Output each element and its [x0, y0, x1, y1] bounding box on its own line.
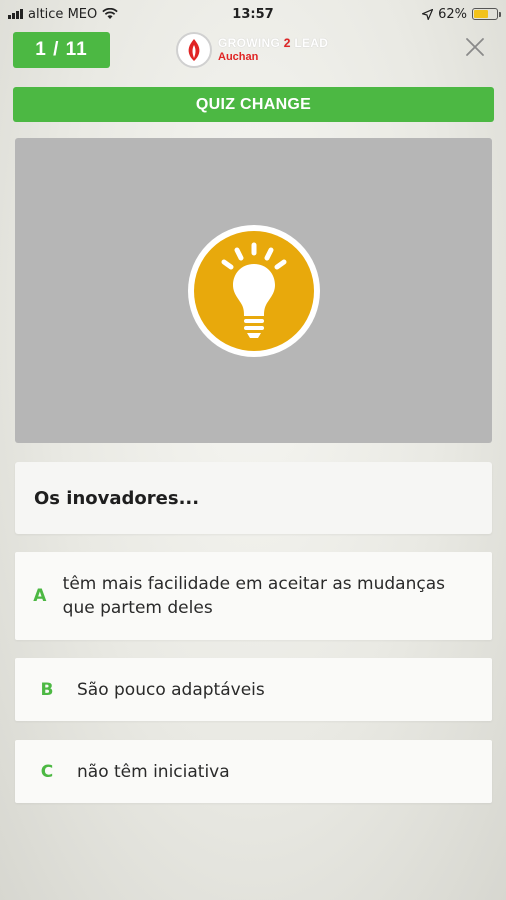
question-text: Os inovadores... [34, 487, 200, 509]
status-left: altice MEO [8, 7, 118, 22]
logo-subtitle: Auchan [218, 51, 259, 63]
close-icon [466, 38, 484, 56]
status-right: 62% [422, 6, 501, 22]
battery-percent: 62% [438, 6, 467, 22]
carrier-label: altice MEO [28, 6, 98, 22]
answer-text: não têm iniciativa [77, 761, 230, 782]
status-bar: altice MEO 13:57 62% [0, 0, 506, 28]
location-arrow-icon [422, 8, 434, 20]
answer-text: São pouco adaptáveis [77, 679, 265, 700]
clock: 13:57 [232, 6, 274, 22]
battery-fill [474, 10, 488, 18]
signal-icon [8, 9, 23, 19]
quiz-header: 1 / 11 GROWING 2 LEAD Auchan [0, 28, 506, 74]
answer-option-a[interactable]: A têm mais facilidade em aceitar as muda… [15, 552, 492, 640]
question-progress-badge: 1 / 11 [13, 32, 110, 68]
battery-icon [472, 8, 501, 20]
logo-title-suffix: LEAD [290, 36, 329, 50]
question-image [15, 138, 492, 443]
logo-title: GROWING 2 LEAD [218, 37, 328, 49]
answer-letter: C [40, 761, 54, 782]
logo-title-prefix: GROWING [218, 36, 284, 50]
logo-text: GROWING 2 LEAD Auchan [218, 37, 328, 63]
quiz-title-bar: QUIZ CHANGE [13, 87, 494, 122]
question-card: Os inovadores... [15, 462, 492, 534]
answer-text: têm mais facilidade em aceitar as mudanç… [62, 574, 445, 618]
answer-letter: B [40, 679, 54, 700]
lightbulb-icon [187, 224, 320, 357]
answer-letter: A [33, 586, 47, 606]
answer-option-b[interactable]: B São pouco adaptáveis [15, 658, 492, 721]
logo-title-number: 2 [283, 36, 291, 50]
logo-emblem-icon [176, 32, 212, 68]
answer-option-c[interactable]: C não têm iniciativa [15, 740, 492, 803]
app-logo: GROWING 2 LEAD Auchan [176, 30, 328, 70]
close-button[interactable] [462, 34, 488, 60]
wifi-icon [102, 8, 118, 19]
